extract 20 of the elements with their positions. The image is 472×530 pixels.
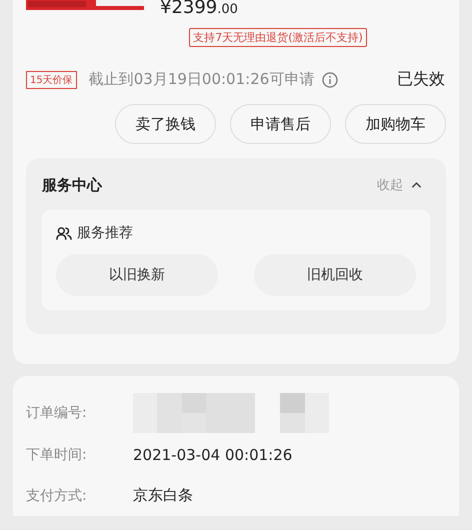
- price: ¥2399.00: [160, 0, 238, 20]
- status-text: 已失效: [397, 69, 445, 90]
- field-label: 下单时间:: [26, 446, 88, 464]
- field-label: 支付方式:: [26, 486, 88, 504]
- service-button[interactable]: 旧机回收: [254, 254, 416, 296]
- action-button[interactable]: 加购物车: [345, 104, 446, 144]
- section-title: 服务推荐: [77, 224, 133, 242]
- chevron-icon: [411, 181, 422, 189]
- field-value: 2021-03-04 00:01:26: [133, 446, 292, 464]
- field-value: 京东白条: [133, 486, 193, 505]
- service-button[interactable]: 以旧换新: [56, 254, 218, 296]
- service-center-title: 服务中心: [42, 176, 102, 194]
- field-label: 订单编号:: [26, 404, 88, 422]
- deadline-text: 截止到03月19日00:01:26可申请: [88, 70, 314, 89]
- info-icon[interactable]: [322, 72, 338, 88]
- action-button[interactable]: 申请售后: [230, 104, 331, 144]
- price-protection-tag: 15天价保: [26, 70, 77, 88]
- action-button[interactable]: 卖了换钱: [115, 104, 216, 144]
- return-policy-tag: 支持7天无理由退货(激活后不支持): [189, 28, 367, 47]
- people-icon: [56, 226, 72, 240]
